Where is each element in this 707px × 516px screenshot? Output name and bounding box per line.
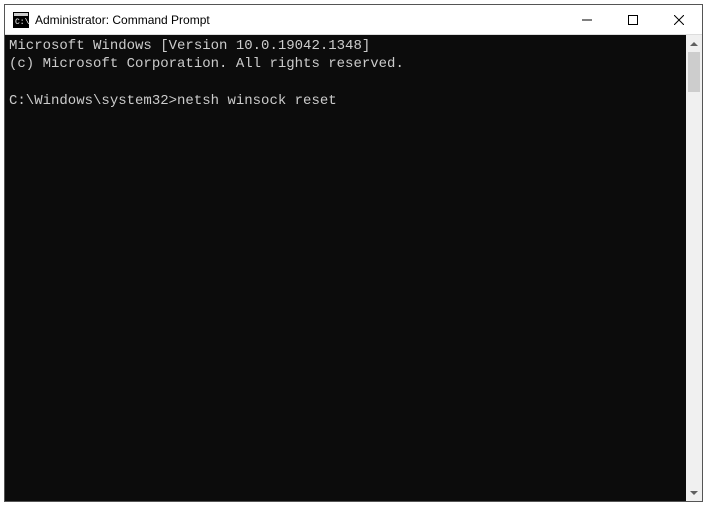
scroll-track[interactable] bbox=[686, 52, 702, 484]
scroll-up-button[interactable] bbox=[686, 35, 702, 52]
chevron-up-icon bbox=[690, 42, 698, 46]
cmd-icon: C:\ bbox=[13, 12, 29, 28]
terminal-output[interactable]: Microsoft Windows [Version 10.0.19042.13… bbox=[5, 35, 686, 501]
window-controls bbox=[564, 5, 702, 34]
prompt-text: C:\Windows\system32> bbox=[9, 93, 177, 109]
copyright-line: (c) Microsoft Corporation. All rights re… bbox=[9, 56, 404, 72]
vertical-scrollbar[interactable] bbox=[686, 35, 702, 501]
titlebar[interactable]: C:\ Administrator: Command Prompt bbox=[5, 5, 702, 35]
command-input[interactable]: netsh winsock reset bbox=[177, 93, 337, 109]
minimize-button[interactable] bbox=[564, 5, 610, 34]
maximize-icon bbox=[628, 15, 638, 25]
close-button[interactable] bbox=[656, 5, 702, 34]
scroll-thumb[interactable] bbox=[688, 52, 700, 92]
close-icon bbox=[674, 15, 684, 25]
window-title: Administrator: Command Prompt bbox=[35, 13, 564, 27]
scroll-down-button[interactable] bbox=[686, 484, 702, 501]
version-line: Microsoft Windows [Version 10.0.19042.13… bbox=[9, 38, 370, 54]
svg-text:C:\: C:\ bbox=[15, 18, 29, 27]
maximize-button[interactable] bbox=[610, 5, 656, 34]
command-prompt-window: C:\ Administrator: Command Prompt bbox=[4, 4, 703, 502]
chevron-down-icon bbox=[690, 491, 698, 495]
minimize-icon bbox=[582, 15, 592, 25]
terminal-area: Microsoft Windows [Version 10.0.19042.13… bbox=[5, 35, 702, 501]
